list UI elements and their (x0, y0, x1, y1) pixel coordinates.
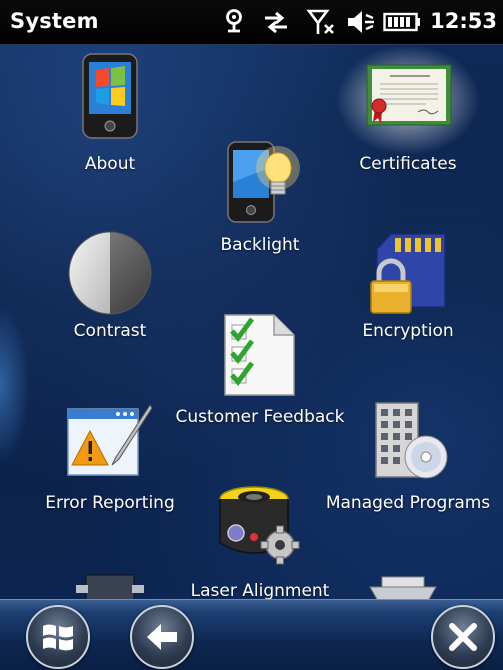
volume-muted-icon[interactable] (346, 6, 376, 38)
page-title: System (10, 9, 99, 33)
back-button[interactable] (130, 605, 194, 669)
printer-icon (369, 576, 437, 599)
item-laser-alignment-label: Laser Alignment (190, 581, 330, 599)
back-arrow-icon (147, 624, 177, 650)
item-about-label: About (84, 154, 136, 174)
item-partial-left[interactable] (70, 571, 150, 599)
data-transfer-icon[interactable] (262, 6, 290, 38)
item-backlight[interactable]: Backlight (200, 137, 320, 265)
close-icon (449, 623, 477, 651)
laser-gear-icon (219, 486, 300, 565)
checklist-icon (224, 314, 295, 396)
warning-window-icon (67, 404, 153, 476)
battery-icon[interactable] (382, 6, 422, 38)
sd-card-lock-icon (370, 233, 446, 314)
certificate-icon (366, 64, 452, 126)
start-button[interactable] (26, 605, 90, 669)
windows-start-icon (43, 624, 73, 651)
title-bar: System 12:53 (0, 0, 503, 45)
item-backlight-label: Backlight (220, 235, 300, 255)
item-encryption-label: Encryption (362, 321, 454, 341)
item-error-reporting[interactable]: Error Reporting (40, 399, 180, 527)
phone-windows-icon (82, 53, 138, 139)
signal-off-icon[interactable] (305, 6, 337, 38)
contrast-circle-icon (68, 231, 152, 315)
item-error-reporting-label: Error Reporting (45, 493, 175, 513)
item-customer-feedback[interactable]: Customer Feedback (170, 311, 350, 439)
phone-bulb-icon (227, 141, 300, 223)
item-certificates-label: Certificates (359, 154, 457, 174)
item-certificates[interactable]: Certificates (330, 45, 486, 180)
item-customer-feedback-label: Customer Feedback (175, 407, 345, 427)
device-icon (76, 574, 144, 599)
clock[interactable]: 12:53 (430, 9, 497, 33)
system-settings-grid: About Certificates Backlight Contrast En… (0, 45, 503, 599)
softkey-bar (0, 599, 503, 670)
item-partial-right[interactable] (362, 575, 442, 599)
gps-icon[interactable] (222, 6, 246, 38)
item-managed-programs-label: Managed Programs (325, 493, 491, 513)
item-contrast-label: Contrast (73, 321, 147, 341)
item-managed-programs[interactable]: Managed Programs (325, 399, 491, 527)
building-disc-icon (375, 402, 448, 479)
background-glow (0, 305, 30, 465)
item-laser-alignment[interactable]: Laser Alignment (180, 481, 340, 599)
item-encryption[interactable]: Encryption (348, 227, 468, 355)
close-button[interactable] (431, 605, 495, 669)
item-about[interactable]: About (50, 50, 170, 180)
item-contrast[interactable]: Contrast (50, 227, 170, 355)
